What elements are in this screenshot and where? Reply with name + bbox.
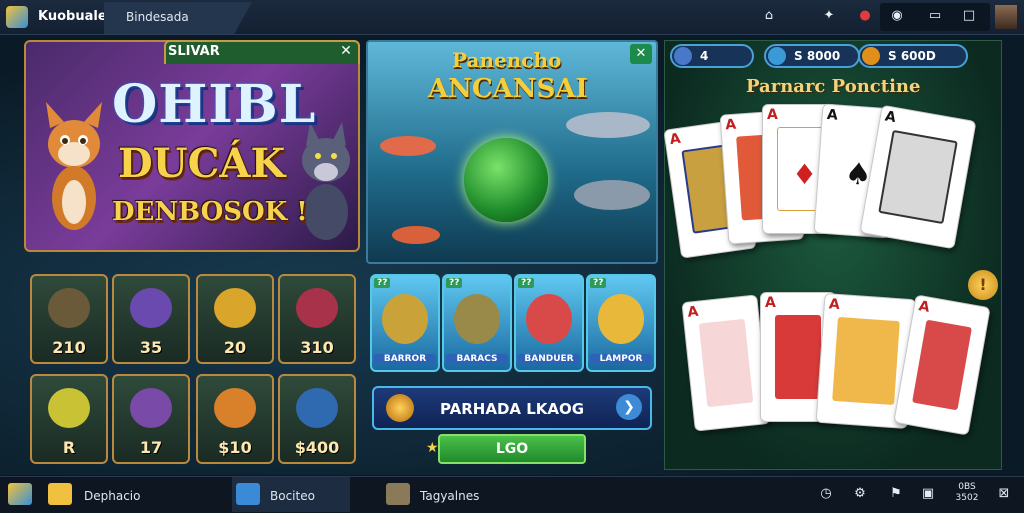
fish-image <box>598 294 644 344</box>
shop-item[interactable]: 35 <box>112 274 190 364</box>
item-image <box>296 288 338 328</box>
item-image <box>130 288 172 328</box>
card-label: BARACS <box>446 354 508 364</box>
folder-icon[interactable] <box>48 483 72 505</box>
info-badge[interactable]: ! <box>968 270 998 300</box>
tab-label: Bindesada <box>126 10 189 24</box>
item-price: 20 <box>223 338 247 357</box>
taskbar-item-label[interactable]: Bociteo <box>270 489 315 503</box>
currency-value: S 600D <box>888 49 936 63</box>
shark-image <box>566 112 650 138</box>
tab-active[interactable]: Bindesada <box>104 2 252 34</box>
start-icon[interactable] <box>8 483 32 505</box>
item-image <box>296 388 338 428</box>
green-orb-image <box>464 138 548 222</box>
fish-image <box>392 226 440 244</box>
item-price: 210 <box>52 338 86 357</box>
currency-value: 4 <box>700 49 709 63</box>
settings-icon[interactable]: ✦ <box>820 7 838 25</box>
network-icon[interactable]: ⚙ <box>850 484 870 504</box>
item-price: $10 <box>218 438 252 457</box>
card-tag: ?? <box>518 278 535 288</box>
app-logo-icon[interactable] <box>6 6 28 28</box>
currency-chip[interactable]: 4 <box>670 44 754 68</box>
item-image <box>130 388 172 428</box>
fish-game-card[interactable]: ?? LAMPOR <box>586 274 656 372</box>
card-label: LAMPOR <box>590 354 652 364</box>
app-window-icon[interactable] <box>236 483 260 505</box>
clock-date: 3502 <box>955 493 979 503</box>
coin-icon <box>768 47 786 65</box>
record-icon[interactable]: ◉ <box>888 7 906 25</box>
maximize-icon[interactable]: □ <box>960 7 978 25</box>
item-image <box>48 388 90 428</box>
item-price: $400 <box>294 438 340 457</box>
fox-mascot-image <box>46 102 102 230</box>
shop-item[interactable]: $400 <box>278 374 356 464</box>
coin-icon <box>674 47 692 65</box>
promo-header-title: SLIVAR <box>168 44 220 59</box>
star-icon: ★ <box>426 440 439 456</box>
shop-item[interactable]: 20 <box>196 274 274 364</box>
fish-image <box>380 136 436 156</box>
coin-icon <box>862 47 880 65</box>
card-label: BARROR <box>374 354 436 364</box>
home-icon[interactable]: ⌂ <box>760 7 778 25</box>
fish-game-card[interactable]: ?? BARROR <box>370 274 440 372</box>
clock-icon[interactable]: ◷ <box>816 484 836 504</box>
arrow-right-icon[interactable]: ❯ <box>616 394 642 420</box>
playing-card[interactable]: A <box>681 294 771 432</box>
card-tag: ?? <box>374 278 391 288</box>
item-image <box>214 388 256 428</box>
taskbar-item-label[interactable]: Tagyalnes <box>420 489 479 503</box>
close-icon[interactable]: ⊠ <box>994 484 1014 504</box>
clock-time: 0BS <box>958 482 976 492</box>
notification-icon[interactable]: ▣ <box>918 484 938 504</box>
shop-item[interactable]: 210 <box>30 274 108 364</box>
item-price: 17 <box>139 438 163 457</box>
fish-game-card[interactable]: ?? BANDUER <box>514 274 584 372</box>
promo-tagline: DENBOSOK ! <box>112 197 308 227</box>
shop-item[interactable]: 310 <box>278 274 356 364</box>
fish-game-card[interactable]: ?? BARACS <box>442 274 512 372</box>
item-image <box>214 288 256 328</box>
currency-chip[interactable]: S 8000 <box>764 44 860 68</box>
card-label: BANDUER <box>518 354 580 364</box>
shark-image <box>574 180 650 210</box>
promo-headline: OHIBL <box>112 74 317 135</box>
taskbar <box>0 476 1024 513</box>
profile-picture-icon[interactable] <box>995 5 1017 29</box>
taskbar-item-label[interactable]: Dephacio <box>84 489 140 503</box>
alert-icon[interactable]: ● <box>856 7 874 25</box>
fish-image <box>526 294 572 344</box>
app-title: Kuobuale <box>38 9 107 24</box>
shop-item[interactable]: R <box>30 374 108 464</box>
shop-item[interactable]: 17 <box>112 374 190 464</box>
item-image <box>48 288 90 328</box>
card-tag: ?? <box>446 278 463 288</box>
action-bar-label: PARHADA LKAOG <box>440 400 585 418</box>
fishing-title-main: ANCANSAI <box>428 74 588 104</box>
minimize-icon[interactable]: ▭ <box>926 7 944 25</box>
item-price: R <box>62 438 76 457</box>
currency-value: S 8000 <box>794 49 841 63</box>
currency-chip[interactable]: S 600D <box>858 44 968 68</box>
card-game-title: Parnarc Ponctine <box>746 76 921 97</box>
fish-image <box>382 294 428 344</box>
gem-icon <box>386 394 414 422</box>
close-icon[interactable]: ✕ <box>630 44 652 64</box>
fish-image <box>454 294 500 344</box>
item-price: 310 <box>300 338 334 357</box>
close-icon[interactable]: ✕ <box>336 43 356 61</box>
fishing-title-top: Panencho <box>452 48 562 72</box>
promo-subheadline: DUCÁK <box>118 140 286 187</box>
card-tag: ?? <box>590 278 607 288</box>
flag-icon[interactable]: ⚑ <box>886 484 906 504</box>
shop-item[interactable]: $10 <box>196 374 274 464</box>
image-thumbnail-icon[interactable] <box>386 483 410 505</box>
go-button[interactable]: LGO <box>438 434 586 464</box>
item-price: 35 <box>139 338 163 357</box>
